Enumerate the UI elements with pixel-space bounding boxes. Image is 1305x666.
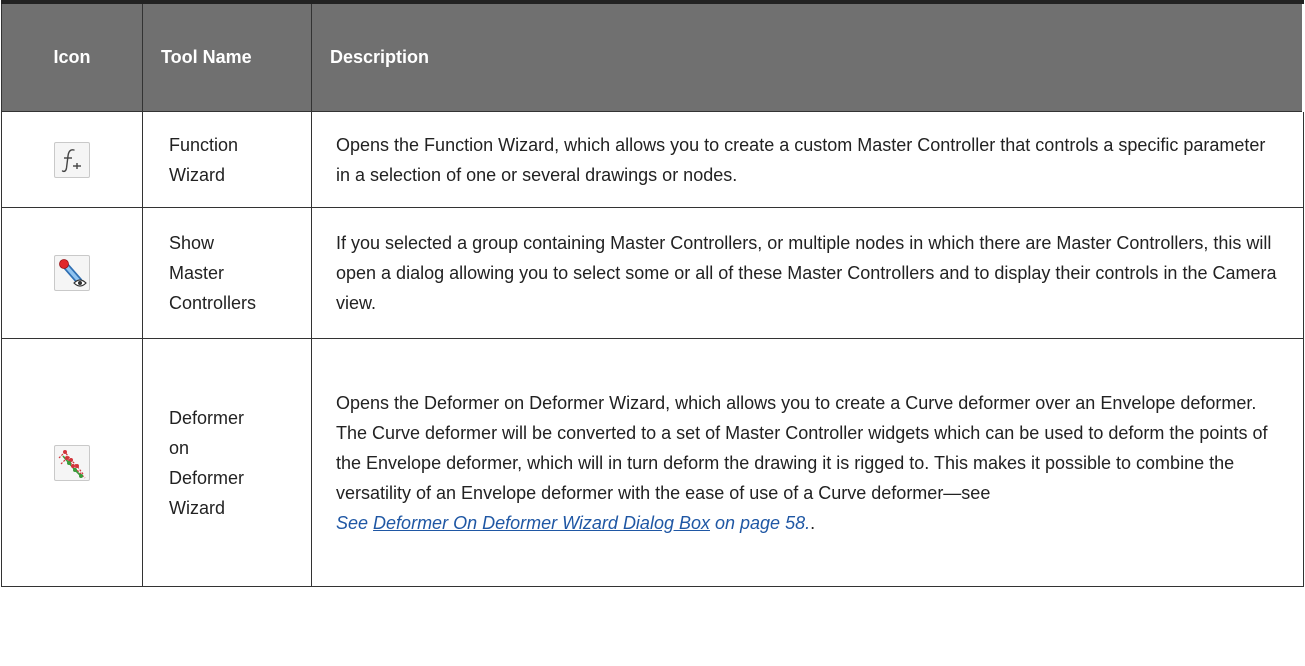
table-row: Show Master Controllers If you selected …	[1, 207, 1304, 339]
show-master-controllers-icon	[54, 255, 90, 291]
tool-name-cell: Show Master Controllers	[142, 207, 312, 339]
description-text: If you selected a group containing Maste…	[336, 233, 1277, 313]
deformer-on-deformer-wizard-icon	[54, 444, 90, 481]
icon-cell	[1, 338, 143, 587]
function-wizard-icon	[54, 141, 90, 178]
tool-name-cell: Function Wizard	[142, 111, 312, 208]
table-header-row: Icon Tool Name Description	[1, 0, 1304, 112]
tool-name-line: Controllers	[169, 293, 257, 313]
header-description: Description	[311, 0, 1304, 112]
tool-name-line: on	[169, 437, 190, 458]
tools-table: Icon Tool Name Description Function Wiza…	[1, 0, 1304, 587]
description-cell: If you selected a group containing Maste…	[311, 207, 1304, 339]
tools-table-container: Icon Tool Name Description Function Wiza…	[0, 0, 1305, 666]
tool-name-line: Deformer	[169, 407, 245, 428]
icon-cell	[1, 111, 143, 208]
description-cell: Opens the Function Wizard, which allows …	[311, 111, 1304, 208]
description-cell: Opens the Deformer on Deformer Wizard, w…	[311, 338, 1304, 587]
page-reference: on page 58.	[715, 512, 811, 533]
tool-name-line: Show	[169, 233, 215, 253]
tool-name-line: Function	[169, 134, 239, 155]
icon-cell	[1, 207, 143, 339]
tool-name-line: Deformer	[169, 467, 245, 488]
table-row: Deformer on Deformer Wizard Opens the De…	[1, 338, 1304, 587]
table-row: Function Wizard Opens the Function Wizar…	[1, 111, 1304, 208]
tool-name-line: Master	[169, 263, 225, 283]
see-prefix: See	[336, 512, 369, 533]
tool-name-line: Wizard	[169, 497, 226, 518]
trailing-period: .	[810, 512, 816, 533]
description-text: Opens the Deformer on Deformer Wizard, w…	[336, 392, 1268, 503]
deformer-wizard-dialog-link[interactable]: Deformer On Deformer Wizard Dialog Box	[373, 513, 710, 533]
header-icon: Icon	[1, 0, 143, 112]
description-text: Opens the Function Wizard, which allows …	[336, 134, 1266, 185]
tool-name-line: Wizard	[169, 164, 226, 185]
tool-name-cell: Deformer on Deformer Wizard	[142, 338, 312, 587]
header-tool-name: Tool Name	[142, 0, 312, 112]
